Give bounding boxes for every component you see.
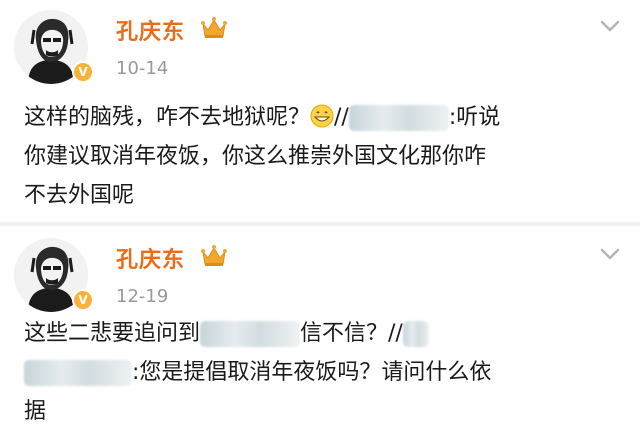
chevron-down-icon[interactable] [598, 242, 622, 266]
post-text-segment: :您是提倡取消年夜饭吗？请问什么依 [132, 360, 492, 385]
grin-emoji-icon [310, 104, 334, 128]
verified-badge: V [72, 61, 94, 83]
redacted-username [24, 360, 132, 386]
redacted-text [200, 321, 301, 347]
post-card[interactable]: V 孔庆东 10-14 这样的脑残，咋不去地狱呢？ // :听说 你建议取消年夜饭… [0, 0, 640, 222]
crown-icon [201, 17, 227, 38]
post-text: 这样的脑残，咋不去地狱呢？ // :听说 你建议取消年夜饭，你这么推崇外国文化那你… [24, 98, 624, 215]
repost-separator: // [334, 105, 349, 130]
weibo-feed: V 孔庆东 10-14 这样的脑残，咋不去地狱呢？ // :听说 你建议取消年夜饭… [0, 0, 640, 438]
post-text-line: 你建议取消年夜饭，你这么推崇外国文化那你咋 [24, 144, 487, 169]
redacted-username [402, 321, 429, 347]
post-date: 12-19 [116, 286, 169, 307]
post-text: 这些二悲要追问到 信不信？// :您是提倡取消年夜饭吗？请问什么依 据 [24, 314, 624, 431]
post-date: 10-14 [116, 58, 169, 79]
post-text-line: 据 [24, 399, 47, 424]
redacted-username [348, 105, 449, 131]
post-text-segment: 这些二悲要追问到 [24, 321, 201, 346]
author-name[interactable]: 孔庆东 [116, 242, 185, 274]
post-text-segment: 信不信？// [300, 321, 403, 346]
verified-badge: V [72, 289, 94, 311]
post-text-segment: 这样的脑残，咋不去地狱呢？ [24, 105, 311, 130]
post-card[interactable]: V 孔庆东 12-19 这些二悲要追问到 信不信？// :您是提倡取消年夜饭吗？请… [0, 226, 640, 438]
chevron-down-icon[interactable] [598, 14, 622, 38]
crown-icon [201, 245, 227, 266]
author-name[interactable]: 孔庆东 [116, 14, 185, 46]
post-text-segment: :听说 [448, 105, 501, 130]
post-text-line: 不去外国呢 [24, 183, 135, 208]
